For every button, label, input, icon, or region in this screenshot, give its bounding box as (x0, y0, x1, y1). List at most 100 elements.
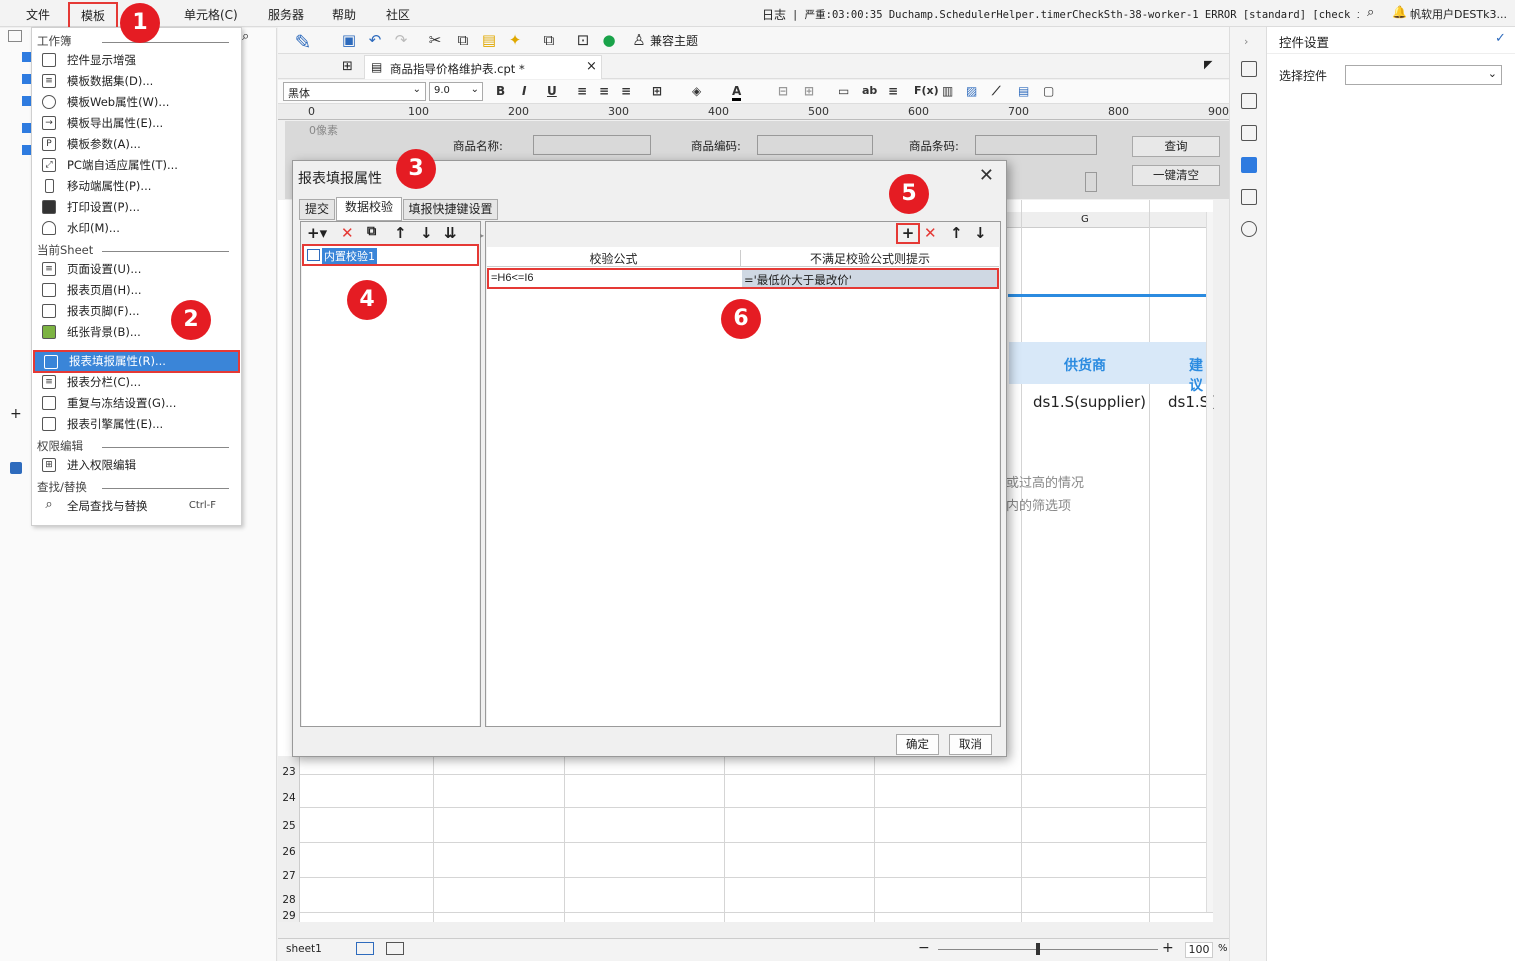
add-dropdown-icon[interactable]: +▾ (307, 224, 327, 242)
tab-data-validation[interactable]: 数据校验 (336, 197, 402, 221)
size-select[interactable]: 9.0 ⌄ (429, 82, 483, 101)
zoom-slider[interactable] (938, 949, 1158, 950)
add-poly-sheet-icon[interactable] (386, 942, 404, 955)
move-bottom-icon[interactable]: ⇊ (444, 224, 457, 242)
ok-circle-icon[interactable]: ● (600, 31, 618, 49)
user-name[interactable]: 帆软用户DESTk3... (1410, 6, 1507, 22)
delete-icon[interactable]: ✕ (341, 224, 354, 242)
add-icon[interactable]: + (10, 406, 22, 422)
menu-item-widget-enhance[interactable]: 控件显示增强 (33, 50, 240, 70)
frame-icon[interactable] (1241, 125, 1257, 141)
text-icon[interactable]: ab (862, 84, 877, 97)
add-sheet-icon[interactable] (356, 942, 374, 955)
menu-item-freeze[interactable]: 重复与冻结设置(G)... (33, 393, 240, 413)
paste-icon[interactable]: ▤ (480, 31, 498, 49)
supplier-cell[interactable]: ds1.S(supplier) (1033, 393, 1146, 411)
menu-template[interactable]: 模板 (68, 2, 119, 29)
menu-item-web-attr[interactable]: 模板Web属性(W)... (33, 92, 240, 112)
redo-icon[interactable]: ↷ (392, 31, 410, 49)
list-item[interactable]: 内置校验1 (302, 244, 479, 266)
menu-item-params[interactable]: P 模板参数(A)... (33, 134, 240, 154)
theme-label[interactable]: 兼容主题 (650, 32, 698, 49)
copy-icon[interactable]: ⧉ (367, 224, 376, 239)
frame-icon[interactable]: ▢ (1043, 84, 1054, 98)
underline-icon[interactable]: U (547, 84, 557, 98)
cancel-button[interactable]: 取消 (949, 734, 992, 755)
bold-icon[interactable]: B (496, 84, 505, 98)
menu-item-write-attr[interactable]: 报表填报属性(R)... (33, 350, 240, 373)
chart-icon[interactable]: ▥ (942, 84, 953, 98)
vertical-scrollbar[interactable] (1206, 212, 1213, 912)
move-down-icon[interactable]: ↓ (420, 224, 433, 242)
zoom-thumb[interactable] (1036, 943, 1040, 955)
menu-item-watermark[interactable]: 水印(M)... (33, 218, 240, 238)
check-icon[interactable]: ⊡ (574, 31, 592, 49)
select-widget-dropdown[interactable]: ⌄ (1345, 65, 1502, 85)
tab-submit[interactable]: 提交 (299, 199, 335, 220)
menu-item-print[interactable]: 打印设置(P)... (33, 197, 240, 217)
align-left-icon[interactable]: ≡ (577, 84, 587, 98)
file-tab[interactable]: ▤ 商品指导价格维护表.cpt * × (364, 55, 602, 79)
search-icon[interactable]: ⌕ (242, 29, 249, 44)
fill-color-icon[interactable]: ◈ (692, 84, 701, 98)
zoom-value[interactable]: 100 (1185, 942, 1213, 958)
font-select[interactable]: 黑体 ⌄ (283, 82, 426, 101)
collapse-icon[interactable]: ◤ (1204, 58, 1212, 71)
table-row[interactable]: =H6<=I6 ='最低价大于最改价' (487, 268, 999, 289)
move-down-icon[interactable]: ↓ (974, 224, 987, 242)
menu-item-export-attr[interactable]: → 模板导出属性(E)... (33, 113, 240, 133)
italic-icon[interactable]: I (522, 84, 526, 98)
ok-button[interactable]: 确定 (896, 734, 939, 755)
formula-cell[interactable]: =H6<=I6 (491, 272, 741, 284)
query-button[interactable]: 查询 (1132, 136, 1220, 157)
move-up-icon[interactable]: ↑ (950, 224, 963, 242)
slash-icon[interactable]: ⟋ (992, 84, 1000, 99)
menu-item-find-replace[interactable]: ⌕ 全局查找与替换 Ctrl-F (33, 496, 240, 516)
menu-item-permission-edit[interactable]: ⊞ 进入权限编辑 (33, 455, 240, 475)
save-icon[interactable]: ▣ (340, 31, 358, 49)
menu-item-columns[interactable]: ≡ 报表分栏(C)... (33, 372, 240, 392)
merge-icon[interactable]: ⊟ (778, 84, 788, 98)
log-button[interactable]: 日志 (762, 6, 786, 23)
pin-icon[interactable]: ✓ (1495, 31, 1506, 46)
product-barcode-input[interactable] (975, 135, 1097, 155)
condition-icon[interactable] (1241, 189, 1257, 205)
menu-item-mobile[interactable]: 移动端属性(P)... (33, 176, 240, 196)
zoom-out-icon[interactable]: − (918, 940, 930, 956)
undo-icon[interactable]: ↶ (366, 31, 384, 49)
format-painter-icon[interactable]: ✦ (506, 31, 524, 49)
link-icon[interactable] (1241, 221, 1257, 237)
move-up-icon[interactable]: ↑ (394, 224, 407, 242)
formula-icon[interactable]: F(x) (914, 84, 939, 97)
close-icon[interactable]: × (586, 59, 597, 74)
menu-item-dataset[interactable]: ≡ 模板数据集(D)... (33, 71, 240, 91)
border-icon[interactable]: ⊞ (652, 84, 662, 98)
sheet-tab[interactable]: sheet1 (286, 943, 322, 955)
product-code-input[interactable] (757, 135, 873, 155)
delete-icon[interactable]: ✕ (924, 224, 937, 242)
theme-icon[interactable]: ♙ (630, 31, 648, 49)
menu-server[interactable]: 服务器 (268, 6, 304, 23)
preview-icon[interactable]: ⧉ (540, 31, 558, 49)
layout-icon[interactable] (1241, 61, 1257, 77)
zoom-in-icon[interactable]: + (1162, 940, 1174, 956)
font-color-icon[interactable]: A (732, 84, 742, 101)
attr-icon[interactable] (1241, 93, 1257, 109)
expand-icon[interactable]: › (1244, 35, 1248, 48)
unmerge-icon[interactable]: ⊞ (804, 84, 814, 98)
sub-report-icon[interactable]: ▤ (1018, 84, 1029, 98)
insert-widget-icon[interactable]: ▭ (838, 84, 849, 98)
copy-icon[interactable]: ⧉ (454, 31, 472, 49)
menu-help[interactable]: 帮助 (332, 6, 356, 23)
menu-item-engine[interactable]: 报表引擎属性(E)... (33, 414, 240, 434)
align-right-icon[interactable]: ≡ (621, 84, 631, 98)
close-icon[interactable]: ✕ (979, 165, 994, 186)
product-name-input[interactable] (533, 135, 651, 155)
menu-item-page-setup[interactable]: ≡ 页面设置(U)... (33, 259, 240, 279)
menu-item-pc-adaptive[interactable]: ⤢ PC端自适应属性(T)... (33, 155, 240, 175)
image-icon[interactable]: ▨ (966, 84, 977, 98)
menu-item-header[interactable]: 报表页眉(H)... (33, 280, 240, 300)
widget-settings-icon[interactable] (1241, 157, 1257, 173)
align-center-icon[interactable]: ≡ (599, 84, 609, 98)
menu-file[interactable]: 文件 (26, 6, 50, 23)
